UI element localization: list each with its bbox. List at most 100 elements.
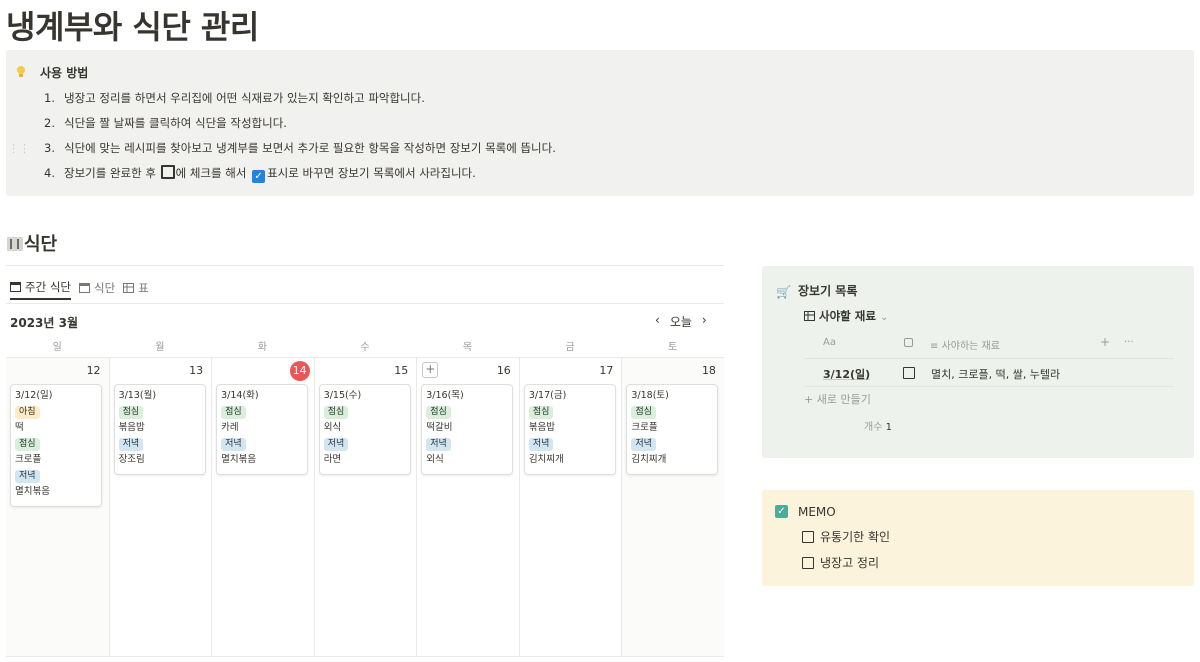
meal-card[interactable]: 3/13(월) 점심볶음밥저녁장조림 (113, 384, 206, 475)
drag-handle-icon[interactable]: ⋮⋮ (8, 142, 30, 155)
meal-tag: 저녁 (15, 470, 40, 483)
tab-table[interactable]: 표 (123, 280, 149, 300)
step-text-pre: 장보기를 완료한 후 (64, 166, 160, 180)
checkbox-icon[interactable] (802, 557, 814, 569)
next-week-button[interactable]: › (702, 313, 707, 330)
add-column-button[interactable]: + (1100, 335, 1110, 349)
meal-card[interactable]: 3/16(목) 점심 떡갈비 저녁 외식 (421, 384, 514, 475)
calendar-day-0[interactable]: 12 3/12(일) 아침 떡 점심 크로플 저녁 멸치볶음 (6, 358, 109, 656)
meal-tag: 점심 (221, 406, 246, 419)
table-row-name[interactable]: 3/12(일) (823, 366, 870, 382)
step-number: 1. (44, 91, 55, 105)
weekday-label: 수 (360, 342, 370, 353)
meal-tag: 저녁 (221, 438, 246, 451)
meal-card[interactable]: 3/15(수) 점심외식저녁라면 (318, 384, 411, 475)
column-header-name[interactable]: Aa (823, 337, 836, 348)
tab-label: 식단 (93, 281, 116, 295)
day-number: 16 (496, 364, 511, 377)
meal-food: 멸치볶음 (15, 486, 50, 497)
meal-card-date: 3/15(수) (323, 390, 362, 401)
day-number: 12 (86, 364, 101, 377)
cart-icon: 🛒 (776, 285, 791, 299)
row-checkbox[interactable] (903, 367, 915, 379)
calendar-day-3[interactable]: 15 3/15(수) 점심 외식 저녁 라면 (313, 358, 417, 656)
day-number: 13 (189, 364, 204, 377)
table-header-divider (804, 358, 1174, 359)
meal-card-date: 3/17(금) (528, 390, 567, 401)
meal-tag: 저녁 (426, 438, 451, 451)
step-text: 식단을 짤 날짜를 클릭하여 식단을 작성합니다. (64, 116, 287, 130)
page-title: 냉계부와 식단 관리 (6, 8, 259, 46)
column-header-checkbox[interactable] (903, 337, 914, 348)
calendar-day-6[interactable]: 18 3/18(토) 점심 크로플 저녁 김치찌개 (621, 358, 724, 656)
meal-food: 떡갈비 (426, 422, 453, 433)
meal-food: 볶음밥 (118, 422, 145, 433)
calendar-nav: ‹ 오늘 › (655, 313, 707, 330)
table-row-ingredients: 멸치, 크로플, 떡, 쌀, 누텔라 (931, 368, 1061, 381)
meal-food: 외식 (323, 422, 342, 433)
meal-card-date: 3/18(토) (631, 390, 669, 401)
calendar-day-1[interactable]: 13 3/13(월) 점심볶음밥저녁장조림 (108, 358, 212, 656)
meal-card[interactable]: 3/17(금) 점심볶음밥저녁김치찌개 (523, 384, 616, 475)
tabs-divider (6, 303, 724, 304)
weekday-label: 토 (668, 342, 678, 353)
count-label: 개수 (864, 422, 883, 433)
meal-food: 김치찌개 (528, 454, 564, 465)
today-button[interactable]: 오늘 (670, 313, 692, 330)
calendar-grid: 12 3/12(일) 아침 떡 점심 크로플 저녁 멸치볶음 13 3/13(월) 점심 볶음밥 저녁 장… (6, 357, 724, 657)
tab-meal[interactable]: 식단 (78, 280, 116, 300)
calendar-day-5[interactable]: 17 3/17(금) 점심볶음밥저녁김치찌개 (518, 358, 622, 656)
meal-card[interactable]: 3/12(일) 아침 떡 점심 크로플 저녁 멸치볶음 (10, 384, 102, 507)
memo-item[interactable]: 유통기한 확인 (802, 528, 890, 545)
meal-food: 장조림 (118, 454, 145, 465)
shopping-view-selector[interactable]: 사야할 재료 ⌄ (804, 308, 888, 324)
step-text: 식단에 맞는 레시피를 찾아보고 냉계부를 보면서 추가로 필요한 항목을 작성… (64, 141, 556, 155)
memo-title: MEMO (798, 505, 836, 519)
today-date-badge: 14 (289, 361, 310, 381)
checkbox-icon[interactable] (802, 531, 814, 543)
meal-tag: 저녁 (631, 438, 656, 451)
memo-item[interactable]: 냉장고 정리 (802, 554, 879, 571)
meal-food: 떡 (15, 422, 24, 433)
meal-tag: 저녁 (323, 438, 349, 451)
calendar-day-4[interactable]: +16 3/16(목) 점심 떡갈비 저녁 외식 (416, 358, 519, 656)
meal-tag: 점심 (15, 438, 40, 451)
view-label: 사야할 재료 (819, 309, 876, 323)
step-3: 3. 식단에 맞는 레시피를 찾아보고 냉계부를 보면서 추가로 필요한 항목을 … (44, 140, 556, 156)
meal-food: 라면 (323, 454, 342, 465)
memo-checkbox-icon: ✓ (775, 505, 788, 518)
weekday-label: 목 (462, 342, 473, 353)
weekday-label: 일 (52, 342, 62, 353)
column-label: 사야하는 재료 (941, 341, 1000, 352)
meal-tag: 점심 (323, 406, 349, 419)
day-number: 17 (599, 364, 614, 377)
callout-title: 사용 방법 (40, 66, 89, 80)
chevron-down-icon: ⌄ (879, 312, 889, 323)
new-row-button[interactable]: + 새로 만들기 (804, 391, 871, 407)
meal-tag: 점심 (528, 406, 554, 419)
meal-tag: 저녁 (118, 438, 144, 451)
shopping-list-title: 장보기 목록 (798, 284, 858, 298)
meal-card-date: 3/13(월) (118, 390, 157, 401)
empty-checkbox-icon (160, 165, 175, 179)
calendar-day-2[interactable]: 14 3/14(화) 점심 카레 저녁 멸치볶음 (211, 358, 314, 656)
month-label: 2023년 3월 (10, 316, 79, 330)
view-tabs: 주간 식단 식단 표 (10, 280, 149, 300)
meal-card[interactable]: 3/14(화) 점심 카레 저녁 멸치볶음 (216, 384, 309, 475)
row-count: 개수 1 (864, 418, 892, 433)
meal-food: 볶음밥 (528, 422, 556, 433)
weekday-label: 월 (155, 342, 165, 353)
tab-label: 표 (138, 281, 149, 295)
meal-tag: 저녁 (528, 438, 554, 451)
meal-food: 크로플 (15, 454, 42, 465)
more-options-button[interactable]: ··· (1124, 337, 1134, 348)
meal-food: 크로플 (631, 422, 658, 433)
weekday-label: 화 (257, 342, 267, 353)
meal-tag: 점심 (118, 406, 144, 419)
meal-card[interactable]: 3/18(토) 점심 크로플 저녁 김치찌개 (626, 384, 719, 475)
prev-week-button[interactable]: ‹ (655, 313, 660, 330)
tab-weekly-meal[interactable]: 주간 식단 (10, 280, 71, 300)
add-entry-button[interactable]: + (422, 362, 439, 378)
column-header-ingredients[interactable]: ≡ 사야하는 재료 (930, 337, 1000, 352)
meal-food: 멸치볶음 (221, 454, 257, 465)
